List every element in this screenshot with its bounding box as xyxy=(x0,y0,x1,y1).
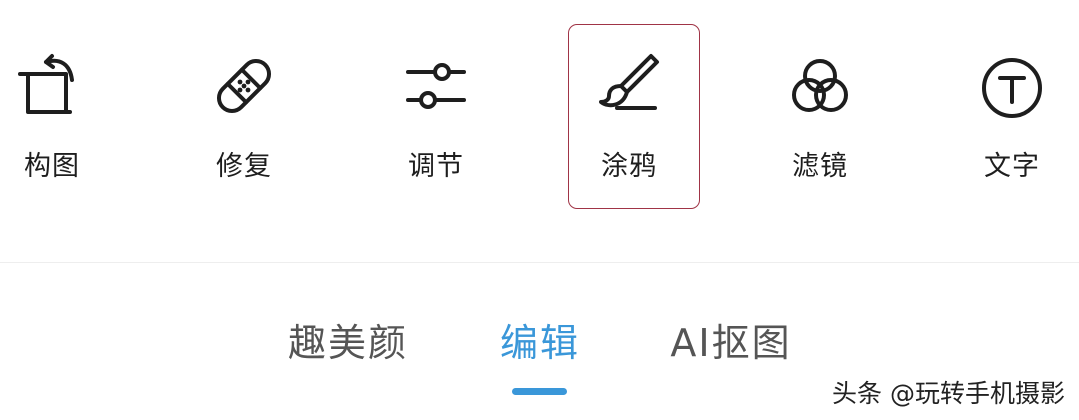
bandage-icon xyxy=(208,50,280,122)
tool-label: 文字 xyxy=(984,151,1040,182)
divider xyxy=(0,262,1079,263)
tool-text[interactable]: 文字 xyxy=(952,40,1072,190)
filter-circles-icon xyxy=(784,50,856,122)
tool-repair[interactable]: 修复 xyxy=(184,40,304,190)
crop-rotate-icon xyxy=(16,50,88,122)
watermark: 头条 @玩转手机摄影 xyxy=(832,379,1065,408)
tab-edit[interactable]: 编辑 xyxy=(500,312,580,367)
paintbrush-icon xyxy=(593,50,665,122)
tool-doodle[interactable]: 涂鸦 xyxy=(569,40,689,190)
tab-beauty[interactable]: 趣美颜 xyxy=(288,312,408,367)
editor-page: 构图 修复 调节 涂鸦 滤镜 文字 趣美颜 编辑 AI抠图 头条 @玩转手机摄影 xyxy=(0,0,1079,420)
tool-label: 修复 xyxy=(216,151,272,182)
tab-ai-cutout[interactable]: AI抠图 xyxy=(670,312,791,367)
bottom-tab-bar: 趣美颜 编辑 AI抠图 xyxy=(0,312,1079,372)
tool-label: 构图 xyxy=(24,151,80,182)
text-circle-icon xyxy=(976,50,1048,122)
active-tab-indicator xyxy=(512,388,567,395)
tool-label: 滤镜 xyxy=(792,151,848,182)
tool-label: 调节 xyxy=(408,151,464,182)
tool-adjust[interactable]: 调节 xyxy=(376,40,496,190)
sliders-icon xyxy=(400,50,472,122)
tool-filter[interactable]: 滤镜 xyxy=(760,40,880,190)
tool-label: 涂鸦 xyxy=(601,151,657,182)
tool-crop[interactable]: 构图 xyxy=(0,40,112,190)
